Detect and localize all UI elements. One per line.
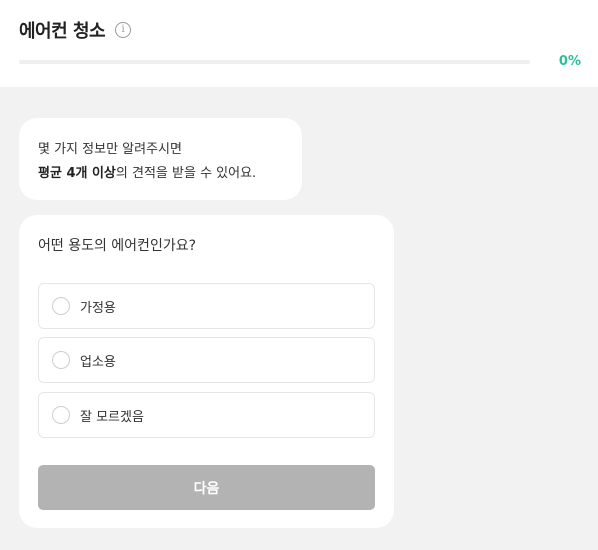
option-unknown[interactable]: 잘 모르겠음 <box>38 392 375 438</box>
option-label: 잘 모르겠음 <box>80 409 144 425</box>
progress-percent: 0% <box>558 54 581 69</box>
question-card: 어떤 용도의 에어컨인가요? 가정용 업소용 잘 모르겠음 다음 <box>19 215 394 528</box>
question-text: 어떤 용도의 에어컨인가요? <box>38 238 197 254</box>
radio-icon[interactable] <box>52 406 70 424</box>
header: 에어컨 청소 i 0% <box>0 0 598 87</box>
option-label: 가정용 <box>80 300 116 316</box>
intro-highlight: 평균 4개 이상 <box>38 166 116 181</box>
intro-line-2: 평균 4개 이상의 견적을 받을 수 있어요. <box>38 162 302 186</box>
title-row: 에어컨 청소 i <box>19 17 132 43</box>
info-icon[interactable]: i <box>115 22 132 38</box>
intro-line-2-rest: 의 견적을 받을 수 있어요. <box>115 166 257 181</box>
option-home[interactable]: 가정용 <box>38 283 375 329</box>
intro-line-1: 몇 가지 정보만 알려주시면 <box>38 142 182 157</box>
progress-bar <box>19 60 530 64</box>
radio-icon[interactable] <box>52 351 70 369</box>
next-button[interactable]: 다음 <box>38 465 375 510</box>
intro-message: 몇 가지 정보만 알려주시면 평균 4개 이상의 견적을 받을 수 있어요. <box>19 118 302 200</box>
radio-icon[interactable] <box>52 297 70 315</box>
option-business[interactable]: 업소용 <box>38 337 375 383</box>
page-title: 에어컨 청소 <box>19 21 106 42</box>
option-label: 업소용 <box>80 354 116 370</box>
